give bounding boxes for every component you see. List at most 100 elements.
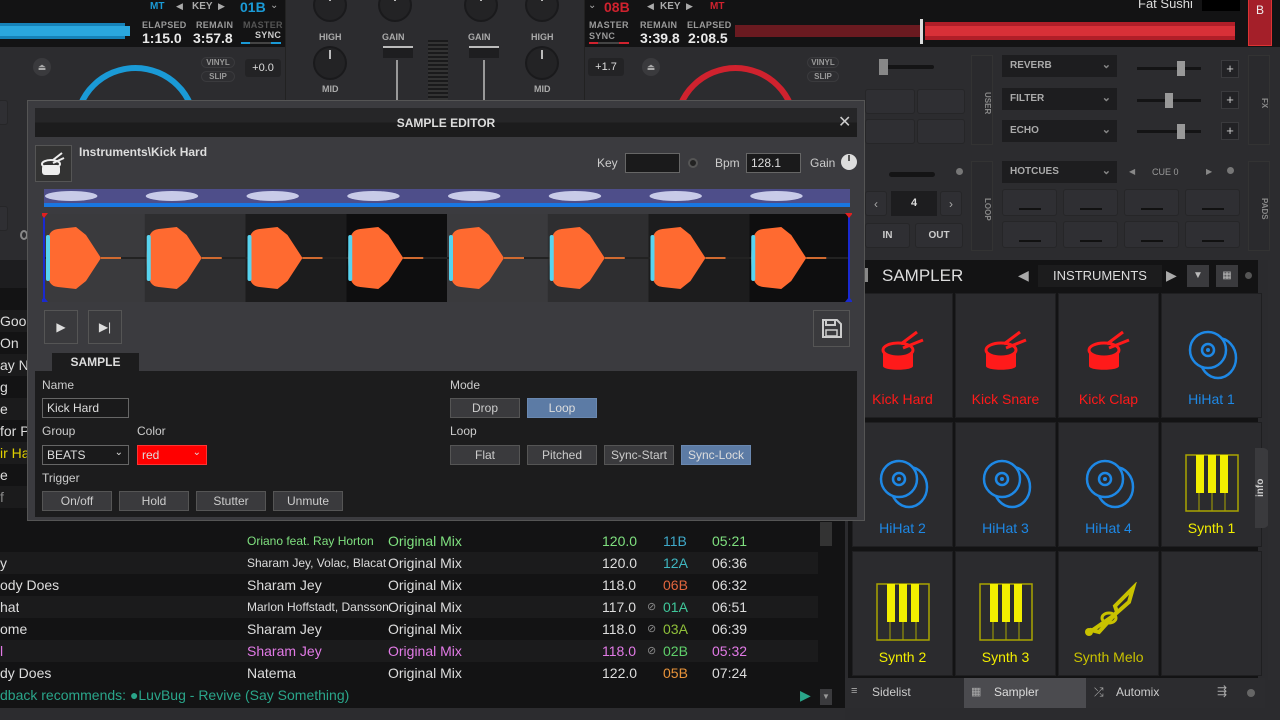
sampler-pad[interactable]: HiHat 4: [1058, 422, 1159, 547]
sampler-pad[interactable]: Synth Melo: [1058, 551, 1159, 676]
left-high-knob[interactable]: [315, 0, 345, 20]
loop-in-button[interactable]: IN: [865, 223, 910, 248]
list-item[interactable]: f: [0, 486, 30, 508]
hotcue-pad[interactable]: [1185, 189, 1240, 216]
sampler-pad[interactable]: [1161, 551, 1262, 676]
fx-level-slider-2[interactable]: [1137, 93, 1201, 108]
trigger-stutter-button[interactable]: Stutter: [196, 491, 266, 511]
loop-next-button[interactable]: ›: [940, 191, 962, 216]
fx-level-slider-3[interactable]: [1137, 124, 1201, 139]
fx-add-button[interactable]: +: [1221, 122, 1239, 140]
table-row[interactable]: y Sharam Jey, Volac, Blacat Original Mix 12…: [0, 552, 818, 574]
loop-out-button[interactable]: OUT: [915, 223, 963, 248]
key-detect-button[interactable]: [688, 158, 698, 168]
hotcue-pad[interactable]: [1063, 221, 1118, 248]
color-select[interactable]: red ⌄: [137, 445, 207, 465]
user-pad[interactable]: [917, 119, 965, 144]
left-gain-knob[interactable]: [380, 0, 410, 20]
slip-button[interactable]: SLIP: [201, 71, 235, 82]
fx-select-1[interactable]: REVERB ⌄: [1002, 55, 1117, 77]
sync-button[interactable]: SYNC: [255, 30, 281, 40]
user-slider-handle[interactable]: [879, 59, 888, 75]
left-mid-knob[interactable]: [315, 48, 345, 78]
pads-tab[interactable]: PADS: [1248, 161, 1270, 251]
list-item[interactable]: e: [0, 398, 30, 420]
key-prev-icon[interactable]: ◀: [176, 1, 183, 12]
right-mid-knob[interactable]: [527, 48, 557, 78]
sampler-pad[interactable]: HiHat 1: [1161, 293, 1262, 418]
user-pad[interactable]: [865, 119, 915, 144]
slip-button[interactable]: SLIP: [807, 71, 839, 82]
fx-slider-handle[interactable]: [1177, 61, 1185, 76]
right-key-value[interactable]: 08B: [604, 0, 630, 15]
right-gain-knob[interactable]: [466, 0, 496, 20]
hotcue-pad[interactable]: [1124, 221, 1179, 248]
tab-sampler[interactable]: ▦ Sampler: [964, 678, 1086, 708]
key-input[interactable]: [625, 153, 680, 173]
sampler-bank-select[interactable]: INSTRUMENTS: [1038, 265, 1162, 287]
left-volume-fader[interactable]: [383, 46, 413, 58]
eject-icon[interactable]: ⏏: [642, 58, 660, 76]
eject-icon[interactable]: ⏏: [33, 58, 51, 76]
table-row[interactable]: Oriano feat. Ray Horton Original Mix 120.0…: [0, 530, 818, 552]
chevron-down-icon[interactable]: ⌄: [270, 0, 278, 11]
sampler-pad[interactable]: HiHat 3: [955, 422, 1056, 547]
list-item[interactable]: g: [0, 376, 30, 398]
save-button[interactable]: [813, 310, 850, 347]
pad[interactable]: [0, 206, 8, 231]
tab-sidelist[interactable]: ≡ Sidelist: [845, 678, 963, 708]
sync-button[interactable]: SYNC: [589, 31, 615, 41]
right-waveform[interactable]: [735, 17, 1245, 45]
user-tab[interactable]: USER: [971, 55, 993, 145]
right-volume-fader[interactable]: [469, 46, 499, 58]
table-row[interactable]: ody Does Sharam Jey Original Mix 118.0 06B 06…: [0, 574, 818, 596]
table-row[interactable]: hat Marlon Hoffstadt, Dansson Original Mix…: [0, 596, 818, 618]
mode-loop-button[interactable]: Loop: [527, 398, 597, 418]
sampler-pad[interactable]: HiHat 2: [852, 422, 953, 547]
info-tab[interactable]: info: [1255, 448, 1269, 528]
key-next-icon[interactable]: ▶: [686, 1, 693, 12]
table-row[interactable]: ome Sharam Jey Original Mix 118.0 03A 06:39 ⊘: [0, 618, 818, 640]
trigger-onoff-button[interactable]: On/off: [42, 491, 112, 511]
play-icon[interactable]: ▶: [800, 687, 811, 704]
sampler-grid-icon[interactable]: ▦: [1216, 265, 1238, 287]
sampler-pad[interactable]: Synth 1: [1161, 422, 1262, 547]
key-prev-icon[interactable]: ◀: [647, 1, 654, 12]
loop-sync-start-button[interactable]: Sync-Start: [604, 445, 674, 465]
list-item[interactable]: e: [0, 464, 30, 486]
pad[interactable]: [0, 100, 8, 125]
play-button[interactable]: ▶: [44, 310, 78, 344]
loop-flat-button[interactable]: Flat: [450, 445, 520, 465]
trigger-hold-button[interactable]: Hold: [119, 491, 189, 511]
sampler-pad[interactable]: Kick Hard: [852, 293, 953, 418]
mode-drop-button[interactable]: Drop: [450, 398, 520, 418]
bpm-input[interactable]: 128.1: [746, 153, 801, 173]
fx-add-button[interactable]: +: [1221, 60, 1239, 78]
key-next-icon[interactable]: ▶: [218, 1, 225, 12]
tab-automix[interactable]: ⤮ Automix: [1087, 678, 1207, 708]
scroll-down-icon[interactable]: ▼: [820, 689, 832, 705]
vinyl-button[interactable]: VINYL: [807, 57, 839, 68]
list-item[interactable]: ay N: [0, 354, 30, 376]
left-mt[interactable]: MT: [150, 1, 164, 12]
cue-next-icon[interactable]: ▶: [1206, 167, 1212, 176]
fx-add-button[interactable]: +: [1221, 91, 1239, 109]
trigger-unmute-button[interactable]: Unmute: [273, 491, 343, 511]
hotcue-pad[interactable]: [1063, 189, 1118, 216]
hotcue-pad[interactable]: [1002, 221, 1057, 248]
table-row[interactable]: l Sharam Jey Original Mix 118.0 02B 05:32 ⊘: [0, 640, 818, 662]
user-slider-track[interactable]: [882, 65, 934, 69]
cue-prev-icon[interactable]: ◀: [1129, 167, 1135, 176]
send-to-icon[interactable]: ⇶: [1217, 684, 1227, 698]
sampler-record-icon[interactable]: ▼: [1187, 265, 1209, 287]
sampler-pad[interactable]: Kick Clap: [1058, 293, 1159, 418]
recommendation-text[interactable]: dback recommends: ●LuvBug - Revive (Say …: [0, 687, 349, 703]
left-waveform[interactable]: [0, 17, 133, 45]
sample-icon-button[interactable]: [35, 145, 72, 182]
loop-pitched-button[interactable]: Pitched: [527, 445, 597, 465]
sampler-pad[interactable]: Kick Snare: [955, 293, 1056, 418]
bank-prev-icon[interactable]: ◀: [1018, 267, 1029, 284]
loop-tab[interactable]: LOOP: [971, 161, 993, 251]
right-mt[interactable]: MT: [710, 1, 724, 12]
main-waveform[interactable]: [42, 213, 852, 303]
